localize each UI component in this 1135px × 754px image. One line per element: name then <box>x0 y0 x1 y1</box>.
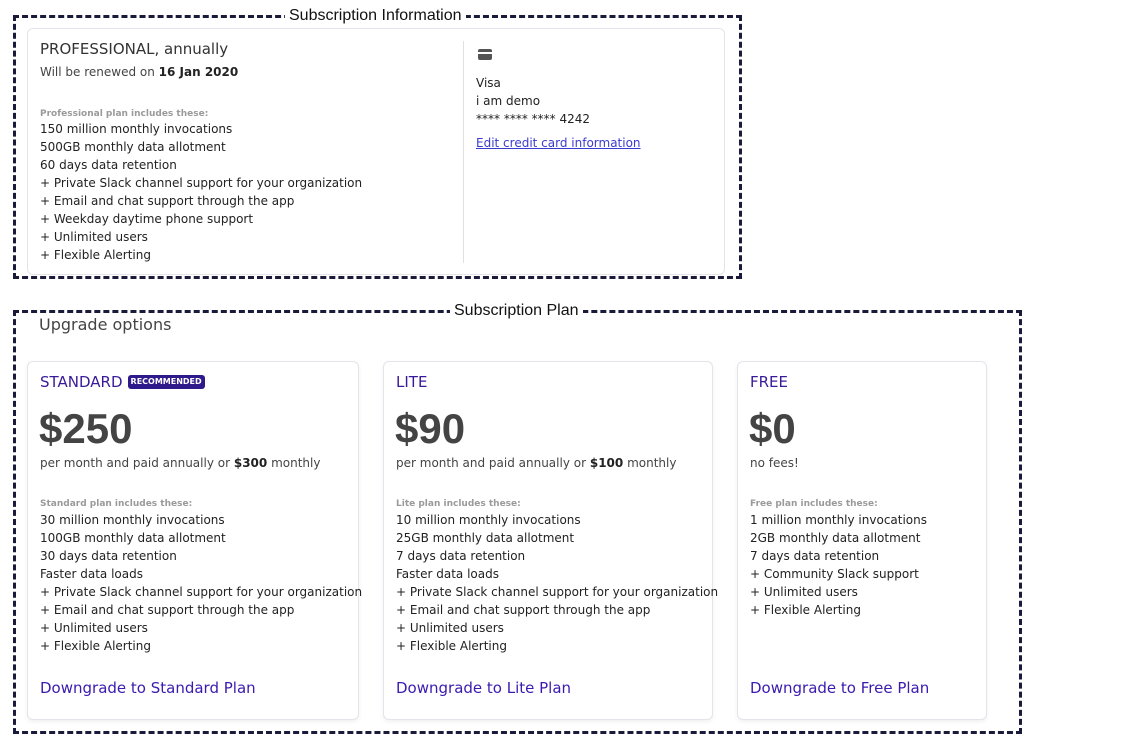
feature-item: + Private Slack channel support for your… <box>40 585 363 599</box>
plan-price: $90 <box>395 405 466 452</box>
feature-item: 7 days data retention <box>396 549 526 563</box>
feature-item: + Unlimited users <box>396 621 504 635</box>
price-note: per month and paid annually or $100 mont… <box>396 455 676 471</box>
feature-item: + Flexible Alerting <box>40 639 151 653</box>
price-note-text: per month and paid annually or <box>40 456 234 470</box>
feature-item: + Weekday daytime phone support <box>40 212 254 226</box>
card-holder: i am demo <box>476 94 541 108</box>
feature-item: + Flexible Alerting <box>750 603 861 617</box>
feature-item: 150 million monthly invocations <box>40 122 233 136</box>
plan-name: LITE <box>396 373 428 391</box>
plan-card-standard: STANDARD RECOMMENDED $250 per month and … <box>27 361 362 720</box>
feature-item: + Email and chat support through the app <box>40 603 295 617</box>
feature-item: + Email and chat support through the app <box>40 194 295 208</box>
card-brand: Visa <box>476 76 501 90</box>
feature-item: 30 days data retention <box>40 549 177 563</box>
plan-title: FREE <box>750 372 788 392</box>
feature-item: + Unlimited users <box>40 621 148 635</box>
feature-item: 1 million monthly invocations <box>750 513 928 527</box>
downgrade-lite-button[interactable]: Downgrade to Lite Plan <box>396 678 571 698</box>
feature-item: 100GB monthly data allotment <box>40 531 226 545</box>
downgrade-standard-button[interactable]: Downgrade to Standard Plan <box>40 678 256 698</box>
feature-item: 7 days data retention <box>750 549 880 563</box>
plan-features: 10 million monthly invocations 25GB mont… <box>396 511 718 655</box>
feature-item: 30 million monthly invocations <box>40 513 225 527</box>
includes-title: Professional plan includes these: <box>40 109 209 119</box>
edit-credit-card-link[interactable]: Edit credit card information <box>476 135 641 151</box>
section-label: Subscription Plan <box>450 302 583 320</box>
recommended-badge: RECOMMENDED <box>127 375 205 389</box>
plan-card-free: FREE $0 no fees! Free plan includes thes… <box>737 361 987 720</box>
feature-item: + Unlimited users <box>40 230 148 244</box>
feature-item: + Email and chat support through the app <box>396 603 651 617</box>
feature-item: + Private Slack channel support for your… <box>40 176 363 190</box>
price-note-text: per month and paid annually or <box>396 456 590 470</box>
renewal-date: 16 Jan 2020 <box>158 65 239 79</box>
feature-item: Faster data loads <box>396 567 499 581</box>
credit-card-icon <box>478 49 492 60</box>
feature-item: 60 days data retention <box>40 158 177 172</box>
feature-item: + Flexible Alerting <box>40 248 151 262</box>
renewal-info: Will be renewed on 16 Jan 2020 <box>40 64 238 80</box>
price-note: per month and paid annually or $300 mont… <box>40 455 320 471</box>
upgrade-options-title: Upgrade options <box>39 315 172 334</box>
includes-title: Free plan includes these: <box>750 499 878 509</box>
plan-features: 30 million monthly invocations 100GB mon… <box>40 511 362 655</box>
feature-item: 25GB monthly data allotment <box>396 531 575 545</box>
plan-name: STANDARD <box>40 373 123 391</box>
current-subscription-card: PROFESSIONAL, annually Will be renewed o… <box>27 28 725 275</box>
monthly-price: $300 <box>233 456 268 470</box>
feature-item: 2GB monthly data allotment <box>750 531 921 545</box>
plan-name: FREE <box>750 373 789 391</box>
current-plan-name: PROFESSIONAL, annually <box>40 40 229 58</box>
downgrade-free-button[interactable]: Downgrade to Free Plan <box>750 678 929 698</box>
feature-item: 10 million monthly invocations <box>396 513 581 527</box>
current-plan-features: 150 million monthly invocations 500GB mo… <box>40 120 362 264</box>
feature-item: + Community Slack support <box>750 567 919 581</box>
plan-features: 1 million monthly invocations 2GB monthl… <box>750 511 927 619</box>
feature-item: 500GB monthly data allotment <box>40 140 226 154</box>
price-note: no fees! <box>750 455 799 471</box>
feature-item: + Private Slack channel support for your… <box>396 585 719 599</box>
plan-title: LITE <box>396 372 427 392</box>
renewal-label: Will be renewed on <box>40 65 159 79</box>
price-note-suffix: monthly <box>267 456 321 470</box>
section-label: Subscription Information <box>285 7 466 25</box>
feature-item: + Unlimited users <box>750 585 858 599</box>
price-note-text: no fees! <box>750 456 799 470</box>
includes-title: Standard plan includes these: <box>40 499 193 509</box>
plan-price: $0 <box>749 405 796 452</box>
price-note-suffix: monthly <box>623 456 677 470</box>
plan-card-lite: LITE $90 per month and paid annually or … <box>383 361 718 720</box>
plan-title: STANDARD RECOMMENDED <box>40 372 205 392</box>
feature-item: + Flexible Alerting <box>396 639 507 653</box>
monthly-price: $100 <box>589 456 624 470</box>
card-number: **** **** **** 4242 <box>476 112 590 126</box>
feature-item: Faster data loads <box>40 567 143 581</box>
divider <box>463 41 464 263</box>
plan-price: $250 <box>39 405 133 452</box>
includes-title: Lite plan includes these: <box>396 499 521 509</box>
